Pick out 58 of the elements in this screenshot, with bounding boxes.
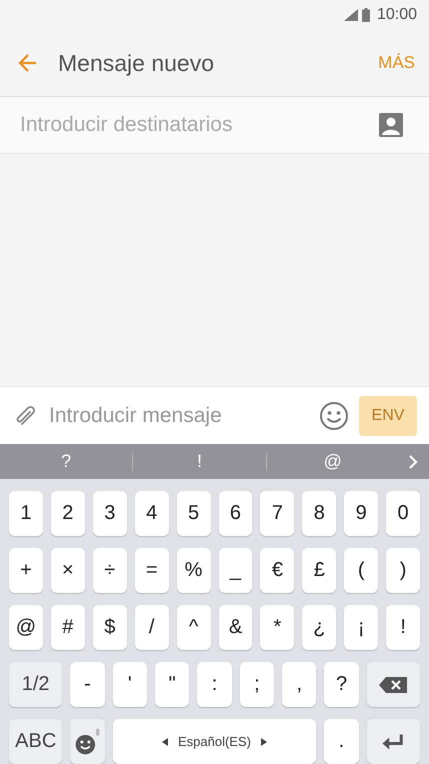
key[interactable]: 6 [218, 491, 252, 536]
key[interactable]: _ [218, 548, 252, 593]
key[interactable]: , [282, 662, 316, 707]
key[interactable]: ^ [176, 605, 211, 650]
key[interactable]: 8 [302, 491, 336, 536]
key[interactable]: % [176, 548, 211, 593]
key[interactable]: ? [324, 662, 359, 707]
backspace-icon [378, 676, 408, 694]
key[interactable]: 1 [9, 491, 43, 536]
key[interactable]: @ [9, 605, 43, 650]
key[interactable]: 3 [92, 491, 127, 536]
key[interactable]: 2 [50, 491, 85, 536]
key[interactable]: - [70, 662, 105, 707]
message-field[interactable]: Introducir mensaje [38, 404, 319, 428]
key[interactable]: ÷ [92, 548, 127, 593]
key[interactable]: " [154, 662, 190, 707]
status-time: 10:00 [376, 6, 417, 24]
key[interactable]: 0 [386, 491, 420, 536]
recipients-bar[interactable]: Introducir destinatarios [0, 97, 429, 154]
key[interactable]: : [197, 662, 232, 707]
key[interactable]: € [260, 548, 294, 593]
mode-key[interactable]: ABC [9, 719, 62, 764]
key[interactable]: * [260, 605, 294, 650]
key[interactable]: + [9, 548, 43, 593]
key[interactable]: & [218, 605, 252, 650]
key[interactable]: ( [344, 548, 378, 593]
key[interactable]: ) [386, 548, 420, 593]
key[interactable]: ¿ [302, 605, 336, 650]
contact-icon[interactable] [379, 113, 403, 137]
key[interactable]: . [324, 719, 359, 764]
chevron-right-icon[interactable] [406, 452, 419, 470]
signal-icon [344, 9, 358, 21]
key[interactable]: ; [240, 662, 274, 707]
key[interactable]: × [50, 548, 85, 593]
key[interactable]: ' [112, 662, 147, 707]
space-key[interactable]: Español(ES) [112, 719, 316, 764]
key[interactable]: / [134, 605, 169, 650]
backspace-key[interactable] [366, 662, 420, 707]
key[interactable]: £ [302, 548, 336, 593]
key[interactable]: ! [386, 605, 420, 650]
recipients-field[interactable]: Introducir destinatarios [20, 113, 379, 137]
key[interactable]: # [50, 605, 85, 650]
mode-key[interactable]: 1/2 [9, 662, 62, 707]
left-triangle-icon [162, 738, 168, 746]
enter-key[interactable] [366, 719, 420, 764]
key[interactable]: $ [92, 605, 127, 650]
key[interactable]: 7 [260, 491, 294, 536]
key[interactable]: = [134, 548, 169, 593]
right-triangle-icon [260, 738, 267, 746]
screen-title: Mensaje nuevo [58, 50, 215, 76]
key[interactable]: 4 [134, 491, 169, 536]
key[interactable]: ¡ [344, 605, 378, 650]
emoji-key[interactable] [70, 719, 105, 764]
battery-icon [362, 8, 370, 22]
paperclip-icon[interactable] [14, 404, 38, 428]
key[interactable]: 5 [176, 491, 211, 536]
key[interactable]: 9 [344, 491, 378, 536]
smiley-icon[interactable] [319, 400, 349, 430]
